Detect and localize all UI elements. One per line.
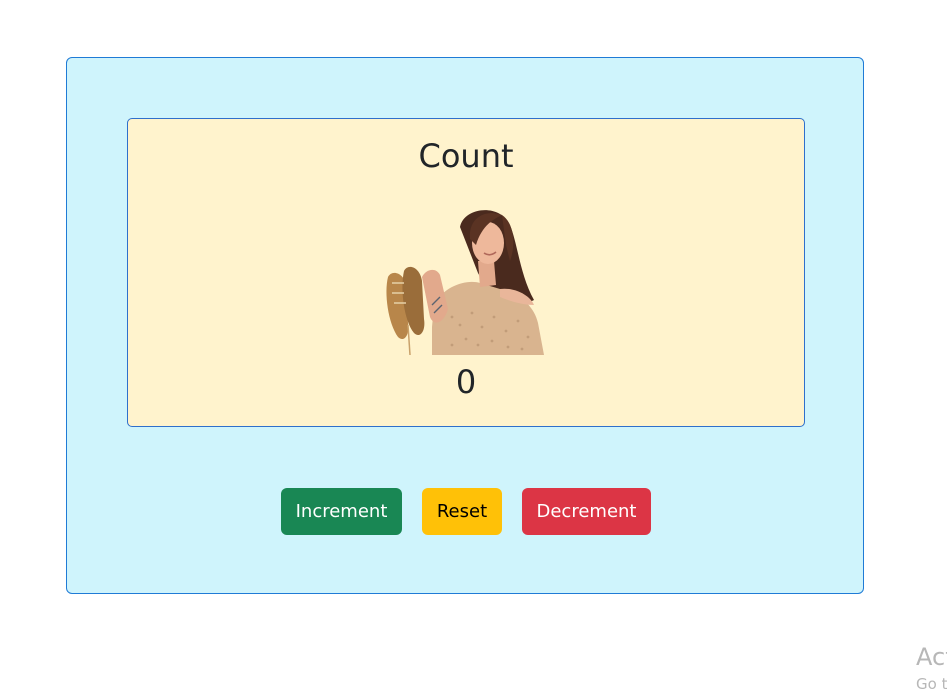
page: Count 0 Increment Reset Decrement Ac Go …	[0, 0, 947, 693]
watermark-line-1: Act	[916, 643, 947, 671]
count-value: 0	[455, 363, 477, 401]
activate-windows-watermark: Act Go t	[916, 640, 947, 693]
count-title: Count	[418, 137, 514, 175]
reset-button[interactable]: Reset	[422, 488, 502, 535]
decrement-button[interactable]: Decrement	[522, 488, 651, 535]
watermark-line-2: Go t	[916, 675, 947, 693]
increment-button[interactable]: Increment	[281, 488, 402, 535]
woman-holding-shoes-image	[386, 210, 544, 355]
